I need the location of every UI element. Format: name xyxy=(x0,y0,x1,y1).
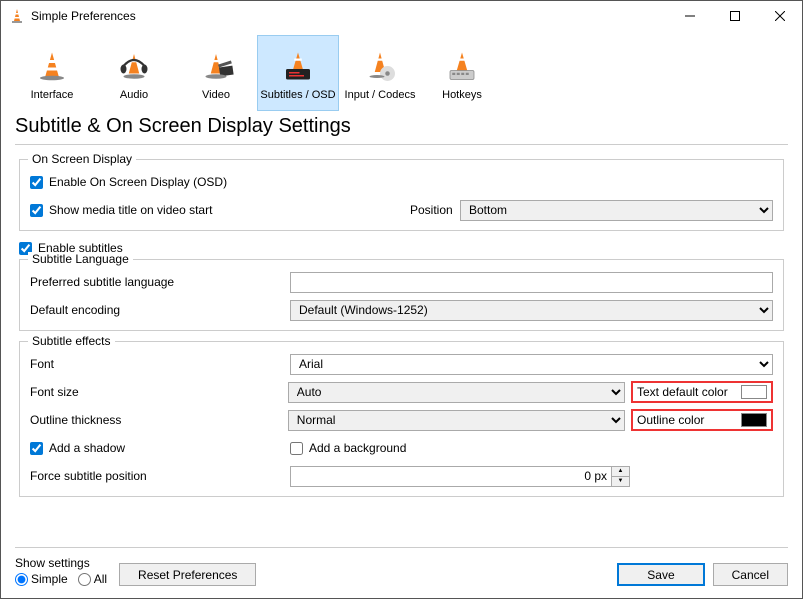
tab-label: Interface xyxy=(31,89,74,101)
tab-label: Hotkeys xyxy=(442,89,482,101)
tab-subtitles-osd[interactable]: Subtitles / OSD xyxy=(257,35,339,111)
font-size-select[interactable]: Auto xyxy=(288,382,625,403)
window-title: Simple Preferences xyxy=(31,9,667,23)
settings-panel: On Screen Display Enable On Screen Displ… xyxy=(1,145,802,539)
window-controls xyxy=(667,1,802,31)
tab-interface[interactable]: Interface xyxy=(11,35,93,111)
group-osd: On Screen Display Enable On Screen Displ… xyxy=(19,159,784,231)
tab-hotkeys[interactable]: Hotkeys xyxy=(421,35,503,111)
outline-thickness-select[interactable]: Normal xyxy=(288,410,625,431)
maximize-button[interactable] xyxy=(712,1,757,31)
group-subtitle-language: Subtitle Language Preferred subtitle lan… xyxy=(19,259,784,331)
footer: Show settings Simple All Reset Preferenc… xyxy=(15,547,788,598)
preferred-language-label: Preferred subtitle language xyxy=(30,275,290,289)
tab-label: Video xyxy=(202,89,230,101)
keyboard-cone-icon xyxy=(444,47,480,85)
radio-all[interactable]: All xyxy=(78,572,107,586)
checkbox-show-media-title[interactable]: Show media title on video start xyxy=(30,203,410,217)
text-color-label: Text default color xyxy=(637,385,735,399)
minimize-button[interactable] xyxy=(667,1,712,31)
checkbox-label: Add a shadow xyxy=(49,441,125,455)
outline-color-row: Outline color xyxy=(631,409,773,431)
disc-cone-icon xyxy=(362,47,398,85)
checkbox-add-background[interactable]: Add a background xyxy=(290,441,406,455)
show-settings-label: Show settings xyxy=(15,556,107,570)
tab-audio[interactable]: Audio xyxy=(93,35,175,111)
spinner-arrows[interactable]: ▲▼ xyxy=(612,466,630,487)
headphones-cone-icon xyxy=(116,47,152,85)
force-position-label: Force subtitle position xyxy=(30,469,290,483)
titlebar: Simple Preferences xyxy=(1,1,802,31)
font-label: Font xyxy=(30,357,290,371)
outline-thickness-label: Outline thickness xyxy=(30,413,288,427)
page-title: Subtitle & On Screen Display Settings xyxy=(1,111,802,144)
font-select[interactable]: Arial xyxy=(290,354,773,375)
checkbox-add-shadow[interactable]: Add a shadow xyxy=(30,441,290,455)
clapper-cone-icon xyxy=(198,47,234,85)
text-color-row: Text default color xyxy=(631,381,773,403)
encoding-select[interactable]: Default (Windows-1252) xyxy=(290,300,773,321)
checkbox-enable-osd[interactable]: Enable On Screen Display (OSD) xyxy=(30,175,227,189)
tab-input-codecs[interactable]: Input / Codecs xyxy=(339,35,421,111)
radio-simple[interactable]: Simple xyxy=(15,572,68,586)
tab-video[interactable]: Video xyxy=(175,35,257,111)
subtitle-cone-icon xyxy=(280,47,316,85)
group-title: Subtitle Language xyxy=(28,252,133,266)
save-button[interactable]: Save xyxy=(617,563,704,586)
text-color-swatch[interactable] xyxy=(741,385,767,399)
position-select[interactable]: Bottom xyxy=(460,200,773,221)
checkbox-enable-subtitles[interactable]: Enable subtitles xyxy=(19,241,784,255)
outline-color-label: Outline color xyxy=(637,413,735,427)
close-button[interactable] xyxy=(757,1,802,31)
force-position-input[interactable] xyxy=(290,466,612,487)
group-title: On Screen Display xyxy=(28,152,136,166)
checkbox-label: Enable On Screen Display (OSD) xyxy=(49,175,227,189)
checkbox-label: Add a background xyxy=(309,441,406,455)
outline-color-swatch[interactable] xyxy=(741,413,767,427)
cone-icon xyxy=(34,47,70,85)
group-title: Subtitle effects xyxy=(28,334,115,348)
checkbox-label: Show media title on video start xyxy=(49,203,212,217)
reset-preferences-button[interactable]: Reset Preferences xyxy=(119,563,256,586)
preferred-language-input[interactable] xyxy=(290,272,773,293)
cancel-button[interactable]: Cancel xyxy=(713,563,788,586)
app-icon xyxy=(9,8,25,24)
tab-label: Subtitles / OSD xyxy=(260,89,335,101)
chevron-down-icon[interactable]: ▼ xyxy=(612,477,629,486)
font-size-label: Font size xyxy=(30,385,288,399)
tab-label: Audio xyxy=(120,89,148,101)
tab-label: Input / Codecs xyxy=(345,89,416,101)
chevron-up-icon[interactable]: ▲ xyxy=(612,467,629,477)
encoding-label: Default encoding xyxy=(30,303,290,317)
preferences-tabs: Interface Audio Video Subtitles / OSD In… xyxy=(1,31,802,111)
show-settings-group: Show settings Simple All xyxy=(15,556,107,586)
position-label: Position xyxy=(410,203,460,217)
group-subtitle-effects: Subtitle effects Font Arial Font size Au… xyxy=(19,341,784,497)
force-position-spinner[interactable]: ▲▼ xyxy=(290,466,630,487)
